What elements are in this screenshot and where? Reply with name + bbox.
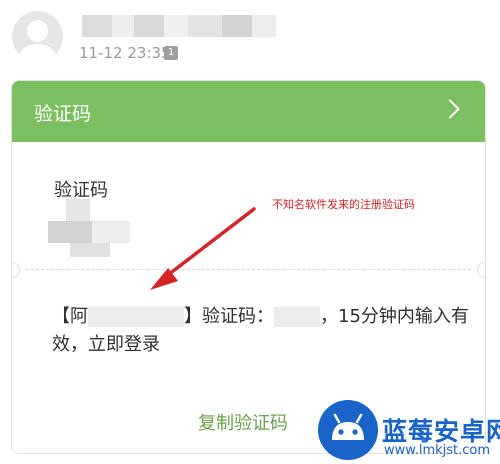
message-timestamp: 11-12 23:35 xyxy=(79,44,171,62)
message-mid: 】验证码： xyxy=(184,306,274,327)
sender-name-redacted xyxy=(82,15,276,37)
card-notch-right xyxy=(477,262,485,278)
card-title: 验证码 xyxy=(34,103,92,125)
sim-badge: 1 xyxy=(164,46,178,60)
card-notch-left xyxy=(12,262,20,278)
avatar-head xyxy=(27,20,48,42)
sms-message-text[interactable]: 【阿 】验证码： ，15分钟内输入有效，立即登录 xyxy=(52,303,472,359)
message-prefix: 【阿 xyxy=(52,306,88,327)
android-bot-icon xyxy=(318,400,378,460)
copy-code-button[interactable]: 复制验证码 xyxy=(198,409,288,435)
avatar-body xyxy=(19,44,56,62)
card-header[interactable]: 验证码 xyxy=(12,81,485,142)
avatar[interactable] xyxy=(12,11,63,62)
brand-redacted xyxy=(88,307,184,327)
watermark: 蓝莓安卓网 www.lmkjst.com xyxy=(310,398,500,463)
watermark-url: www.lmkjst.com xyxy=(384,443,491,458)
chevron-right-icon[interactable] xyxy=(440,99,460,119)
code-redacted xyxy=(274,307,320,327)
annotation-text: 不知名软件发来的注册验证码 xyxy=(272,198,415,211)
dashed-divider xyxy=(26,269,471,270)
